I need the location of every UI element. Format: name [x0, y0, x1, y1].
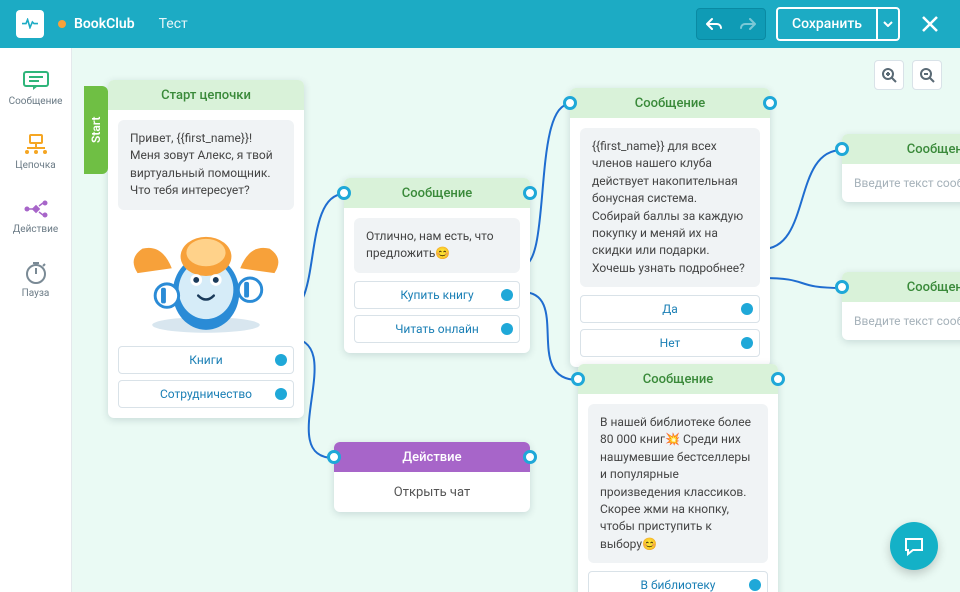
- tool-action[interactable]: Действие: [8, 188, 64, 244]
- node-msg-empty-b-title: Сообщение: [907, 280, 960, 295]
- tool-chain-label: Цепочка: [15, 160, 55, 171]
- port-icon[interactable]: [275, 388, 287, 400]
- node-action-chat-label: Открыть чат: [334, 472, 530, 512]
- save-button[interactable]: Сохранить: [778, 9, 876, 39]
- port-in-icon[interactable]: [571, 372, 585, 386]
- node-msg-bonus-header: Сообщение: [570, 88, 770, 118]
- port-icon[interactable]: [741, 303, 753, 315]
- node-action-chat-title: Действие: [402, 450, 461, 465]
- node-msg-empty-b-header: Сообщение: [842, 272, 960, 302]
- close-button[interactable]: [916, 10, 944, 38]
- help-button[interactable]: [890, 522, 938, 570]
- port-out-icon[interactable]: [523, 450, 537, 464]
- breadcrumb-page[interactable]: Тест: [159, 16, 188, 32]
- port-in-icon[interactable]: [835, 280, 849, 294]
- port-in-icon[interactable]: [337, 186, 351, 200]
- node-msg-library-title: Сообщение: [643, 372, 714, 387]
- node-msg-library-text: В нашей библиотеке более 80 000 книг💥 Ср…: [588, 404, 768, 563]
- action-icon: [22, 198, 50, 220]
- port-out-icon[interactable]: [763, 96, 777, 110]
- node-msg-bonus[interactable]: Сообщение {{first_name}} для всех членов…: [570, 88, 770, 367]
- port-in-icon[interactable]: [327, 450, 341, 464]
- node-msg-empty-b-placeholder[interactable]: Введите текст сообщения: [842, 302, 960, 340]
- save-dropdown[interactable]: [876, 9, 898, 39]
- zoom-in-button[interactable]: [874, 60, 904, 90]
- node-msg-library[interactable]: Сообщение В нашей библиотеке более 80 00…: [578, 364, 778, 592]
- pause-icon: [22, 262, 50, 284]
- port-icon[interactable]: [749, 579, 761, 591]
- node-start-title: Старт цепочки: [161, 88, 251, 103]
- pulse-icon: [22, 18, 38, 30]
- node-start[interactable]: Старт цепочки Привет, {{first_name}}! Ме…: [108, 80, 304, 418]
- breadcrumb-project[interactable]: BookClub: [74, 16, 135, 32]
- node-action-chat-header: Действие: [334, 442, 530, 472]
- node-msg-offer[interactable]: Сообщение Отлично, нам есть, что предлож…: [344, 178, 530, 353]
- node-msg-library-btn-go[interactable]: В библиотеку: [588, 571, 768, 592]
- zoom-out-button[interactable]: [912, 60, 942, 90]
- node-msg-empty-b[interactable]: Сообщение Введите текст сообщения: [842, 272, 960, 340]
- app-logo[interactable]: [16, 10, 44, 38]
- chain-icon: [22, 134, 50, 156]
- port-in-icon[interactable]: [835, 142, 849, 156]
- flow-canvas[interactable]: Start Старт цепочки Привет, {{first_name…: [72, 48, 960, 592]
- node-start-text: Привет, {{first_name}}! Меня зовут Алекс…: [118, 120, 294, 210]
- port-icon[interactable]: [501, 289, 513, 301]
- node-action-chat[interactable]: Действие Открыть чат: [334, 442, 530, 512]
- port-icon[interactable]: [741, 337, 753, 349]
- node-msg-bonus-btn-yes[interactable]: Да: [580, 295, 760, 323]
- save-button-group: Сохранить: [776, 7, 900, 41]
- status-dot-icon: [58, 20, 66, 28]
- tool-message-label: Сообщение: [9, 96, 63, 107]
- tool-message[interactable]: Сообщение: [8, 60, 64, 116]
- undo-redo-group: [696, 8, 766, 40]
- node-msg-offer-btn-buy[interactable]: Купить книгу: [354, 281, 520, 309]
- node-start-btn-partner[interactable]: Сотрудничество: [118, 380, 294, 408]
- node-msg-empty-a-title: Сообщение: [907, 142, 960, 157]
- node-msg-offer-btn-read[interactable]: Читать онлайн: [354, 315, 520, 343]
- start-tab[interactable]: Start: [84, 86, 108, 174]
- node-msg-bonus-btn-no[interactable]: Нет: [580, 329, 760, 357]
- tool-action-label: Действие: [13, 224, 58, 235]
- node-msg-offer-title: Сообщение: [402, 186, 473, 201]
- port-icon[interactable]: [275, 354, 287, 366]
- top-bar: BookClub Тест Сохранить: [0, 0, 960, 48]
- node-msg-offer-text: Отлично, нам есть, что предложить😊: [354, 218, 520, 273]
- tool-chain[interactable]: Цепочка: [8, 124, 64, 180]
- message-icon: [22, 70, 50, 92]
- node-msg-empty-a-header: Сообщение: [842, 134, 960, 164]
- node-msg-bonus-title: Сообщение: [635, 96, 706, 111]
- undo-button[interactable]: [697, 9, 731, 39]
- port-in-icon[interactable]: [563, 96, 577, 110]
- zoom-controls: [874, 60, 942, 90]
- node-msg-library-header: Сообщение: [578, 364, 778, 394]
- node-msg-bonus-text: {{first_name}} для всех членов нашего кл…: [580, 128, 760, 287]
- node-start-header: Старт цепочки: [108, 80, 304, 110]
- node-msg-empty-a-placeholder[interactable]: Введите текст сообщения: [842, 164, 960, 202]
- tool-sidebar: Сообщение Цепочка Действие Пауза: [0, 48, 72, 592]
- tool-pause[interactable]: Пауза: [8, 252, 64, 308]
- node-msg-offer-header: Сообщение: [344, 178, 530, 208]
- tool-pause-label: Пауза: [22, 288, 50, 299]
- port-icon[interactable]: [501, 323, 513, 335]
- port-out-icon[interactable]: [771, 372, 785, 386]
- port-out-icon[interactable]: [523, 186, 537, 200]
- node-start-image: [118, 218, 294, 338]
- redo-button[interactable]: [731, 9, 765, 39]
- node-msg-empty-a[interactable]: Сообщение Введите текст сообщения: [842, 134, 960, 202]
- node-start-btn-books[interactable]: Книги: [118, 346, 294, 374]
